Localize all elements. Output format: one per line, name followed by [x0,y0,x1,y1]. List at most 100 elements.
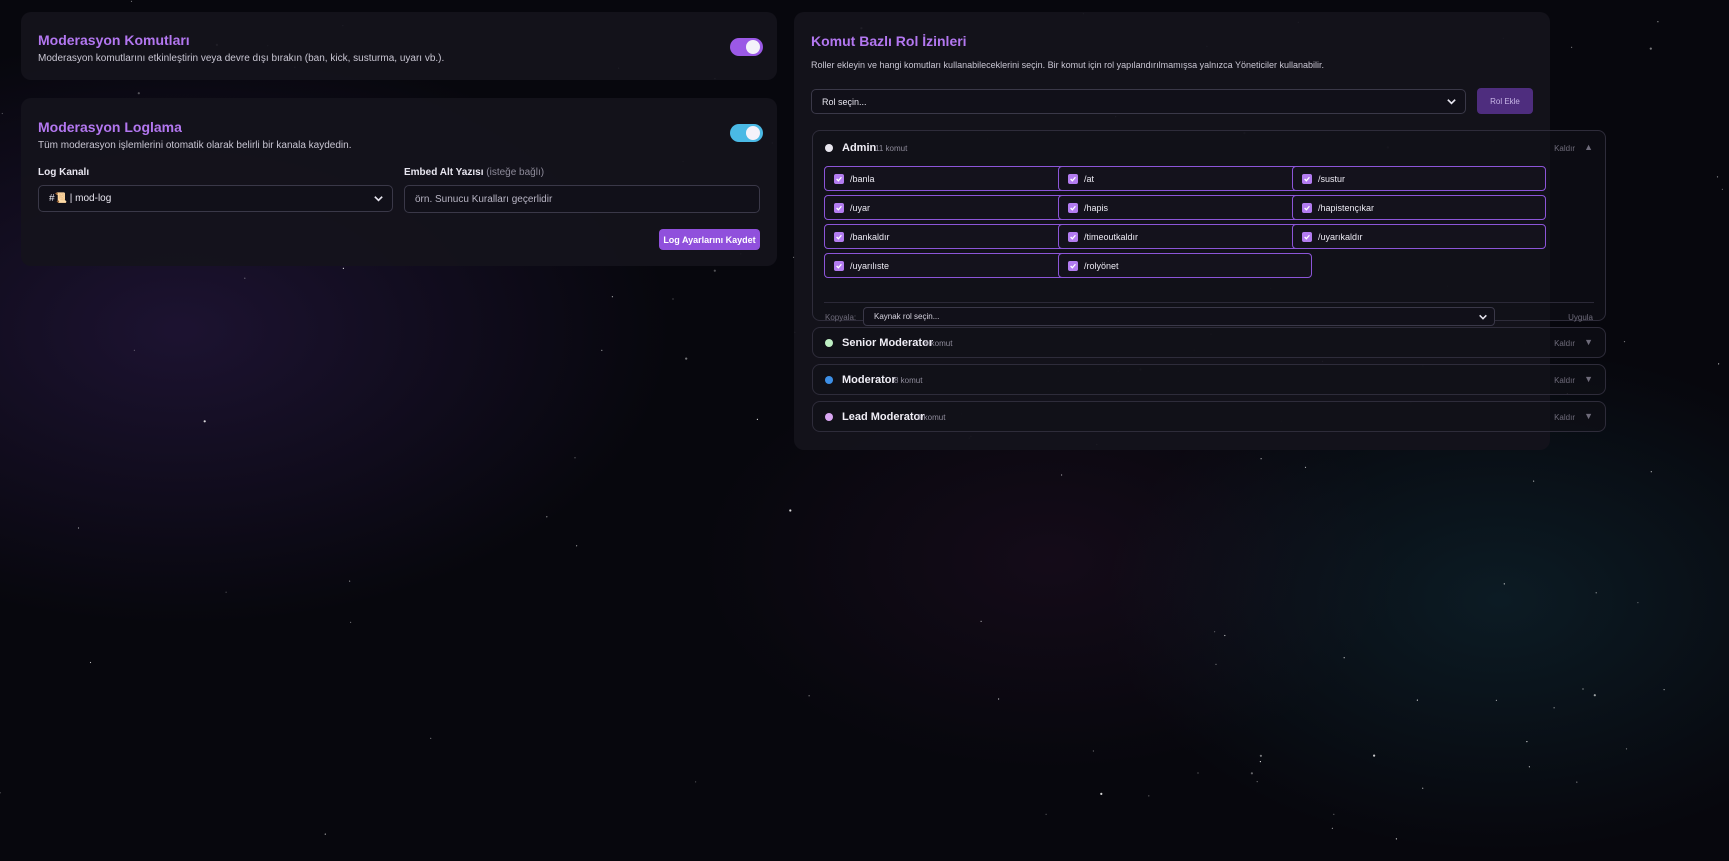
star [1663,689,1665,691]
remove-role-button[interactable]: Kaldır [1554,376,1575,385]
star [1,112,3,115]
remove-role-button[interactable]: Kaldır [1554,413,1575,422]
moderation-commands-toggle[interactable] [730,38,763,56]
role-header-moderator[interactable]: Moderator 8 komut Kaldır ▼ [813,365,1605,396]
star [1576,781,1578,783]
star [1571,46,1573,48]
role-permissions-card: Komut Bazlı Rol İzinleri Roller ekleyin … [794,12,1606,450]
star [1637,602,1639,604]
star [1092,750,1094,752]
chevron-up-icon: ▲ [1584,142,1593,152]
role-command-count: 8 komut [917,413,946,422]
command-permission-hapistencikar[interactable]: /hapistençıkar [1292,195,1546,220]
star [1526,741,1528,743]
star [1716,176,1719,178]
star [1623,341,1626,343]
star [430,737,432,739]
role-block-senior-moderator: Senior Moderator 8 komut Kaldır ▼ [812,327,1606,358]
moderation-commands-title: Moderasyon Komutları [38,32,190,48]
star [1331,827,1333,829]
chevron-down-icon [1447,99,1456,105]
role-block-moderator: Moderator 8 komut Kaldır ▼ [812,364,1606,395]
star [1304,466,1307,468]
role-permissions-description: Roller ekleyin ve hangi komutları kullan… [811,60,1325,70]
role-block-admin: Admin 11 komut Kaldır ▲ /banla /at /sust… [812,130,1606,326]
star [695,781,697,783]
star [546,516,548,518]
star [1495,699,1497,702]
command-permission-uyariliste[interactable]: /uyarılıste [824,253,1078,278]
star [1649,47,1652,50]
star [1416,699,1418,701]
remove-role-button[interactable]: Kaldır [1554,339,1575,348]
star [342,267,344,269]
star [1259,761,1261,763]
log-channel-select[interactable]: #📜 | mod-log [38,185,393,212]
embed-footer-input[interactable] [404,185,760,213]
star [1061,474,1063,476]
role-name: Admin [842,142,877,154]
command-permission-rolyonet[interactable]: /rolyönet [1058,253,1312,278]
apply-copy-button[interactable]: Uygula [1568,313,1593,322]
checkbox-checked-icon [834,174,844,184]
role-select[interactable]: Rol seçin... [811,89,1466,114]
star [1100,792,1103,796]
star [1214,631,1216,633]
add-role-button[interactable]: Rol Ekle [1477,88,1533,114]
remove-role-button[interactable]: Kaldır [1554,144,1575,153]
logging-toggle[interactable] [730,124,763,142]
chevron-down-icon: ▼ [1584,337,1593,347]
star [1650,471,1652,473]
role-select-value: Rol seçin... [822,96,867,107]
save-log-settings-button[interactable]: Log Ayarlarını Kaydet [659,229,760,250]
command-permission-at[interactable]: /at [1058,166,1312,191]
optional-hint: (isteğe bağlı) [486,167,545,178]
role-name: Lead Moderator [842,411,925,423]
command-permission-hapis[interactable]: /hapis [1058,195,1312,220]
command-permission-timeoutkaldir[interactable]: /timeoutkaldır [1058,224,1312,249]
star [980,620,982,623]
command-permission-sustur[interactable]: /sustur [1292,166,1546,191]
star [808,695,810,697]
divider [824,302,1594,303]
star [713,269,716,272]
checkbox-checked-icon [834,232,844,242]
role-header-senior-moderator[interactable]: Senior Moderator 8 komut Kaldır ▼ [813,328,1605,359]
star [1593,694,1596,697]
role-color-dot [825,376,833,384]
chevron-down-icon [1479,314,1487,320]
star [1422,787,1424,789]
star [1224,634,1226,637]
star [133,349,135,351]
role-name: Senior Moderator [842,337,934,349]
checkbox-checked-icon [1302,203,1312,213]
logging-title: Moderasyon Loglama [38,119,182,135]
star [685,357,688,360]
star [1595,592,1597,594]
chevron-down-icon [374,196,383,202]
command-permission-uyarikaldir[interactable]: /uyarıkaldır [1292,224,1546,249]
star [576,545,578,547]
log-channel-label: Log Kanalı [38,167,90,178]
command-permission-banla[interactable]: /banla [824,166,1078,191]
checkbox-checked-icon [834,203,844,213]
star [1373,754,1376,757]
command-permission-uyar[interactable]: /uyar [824,195,1078,220]
role-command-count: 8 komut [924,339,953,348]
star [601,349,603,351]
command-permission-bankaldir[interactable]: /bankaldır [824,224,1078,249]
star [1256,781,1258,783]
role-header-admin[interactable]: Admin 11 komut Kaldır ▲ [813,131,1605,165]
star [1625,748,1628,750]
moderation-logging-card: Moderasyon Loglama Tüm moderasyon işleml… [21,98,777,266]
copy-label: Kopyala: [825,313,857,322]
star [574,457,576,459]
star [1582,688,1584,690]
role-header-lead-moderator[interactable]: Lead Moderator 8 komut Kaldır ▼ [813,402,1605,433]
role-command-count: 11 komut [875,144,908,153]
star [672,298,674,300]
role-color-dot [825,339,833,347]
copy-source-value: Kaynak rol seçin... [874,312,940,321]
embed-footer-label: Embed Alt Yazısı (isteğe bağlı) [404,167,545,178]
copy-source-role-select[interactable]: Kaynak rol seçin... [863,307,1495,326]
